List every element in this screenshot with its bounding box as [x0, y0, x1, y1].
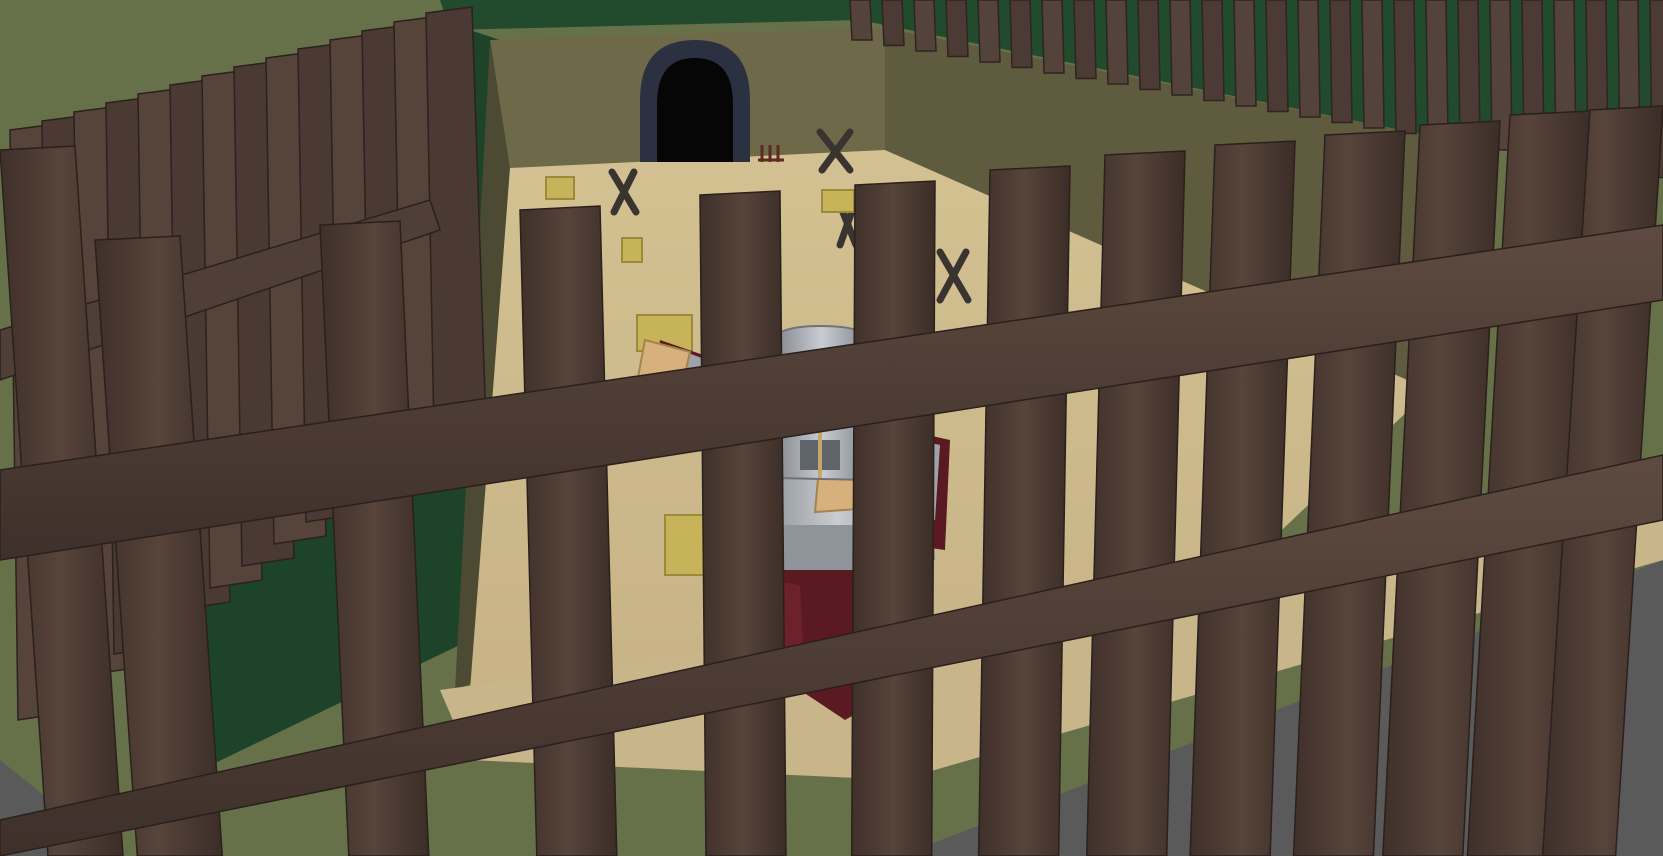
back-fence-plank: [1105, 0, 1129, 85]
arch-door-icon[interactable]: [640, 40, 750, 162]
scene-svg: [0, 0, 1663, 856]
front-fence-plank: [850, 180, 936, 856]
front-fence-plank: [977, 165, 1071, 856]
back-fence-plank: [945, 0, 969, 58]
back-fence-plank: [881, 0, 905, 47]
back-fence-plank: [1329, 0, 1353, 124]
back-fence-plank: [849, 0, 873, 41]
back-fence-plank: [1201, 0, 1225, 102]
back-fence-plank: [913, 0, 937, 52]
back-fence-plank: [1009, 0, 1033, 69]
back-fence-plank: [1265, 0, 1289, 113]
back-fence-plank: [1169, 0, 1193, 96]
front-fence-plank: [519, 205, 618, 856]
back-fence-plank: [1361, 0, 1385, 129]
game-viewport[interactable]: [0, 0, 1663, 856]
back-fence-plank: [1393, 0, 1417, 135]
back-fence-plank: [1137, 0, 1161, 91]
back-fence-plank: [977, 0, 1001, 63]
back-fence-plank: [1297, 0, 1321, 118]
back-fence-plank: [1425, 0, 1449, 140]
front-fence-plank: [699, 190, 787, 856]
back-fence-plank: [1233, 0, 1257, 107]
back-fence-plank: [1041, 0, 1065, 74]
back-fence-plank: [1073, 0, 1097, 80]
